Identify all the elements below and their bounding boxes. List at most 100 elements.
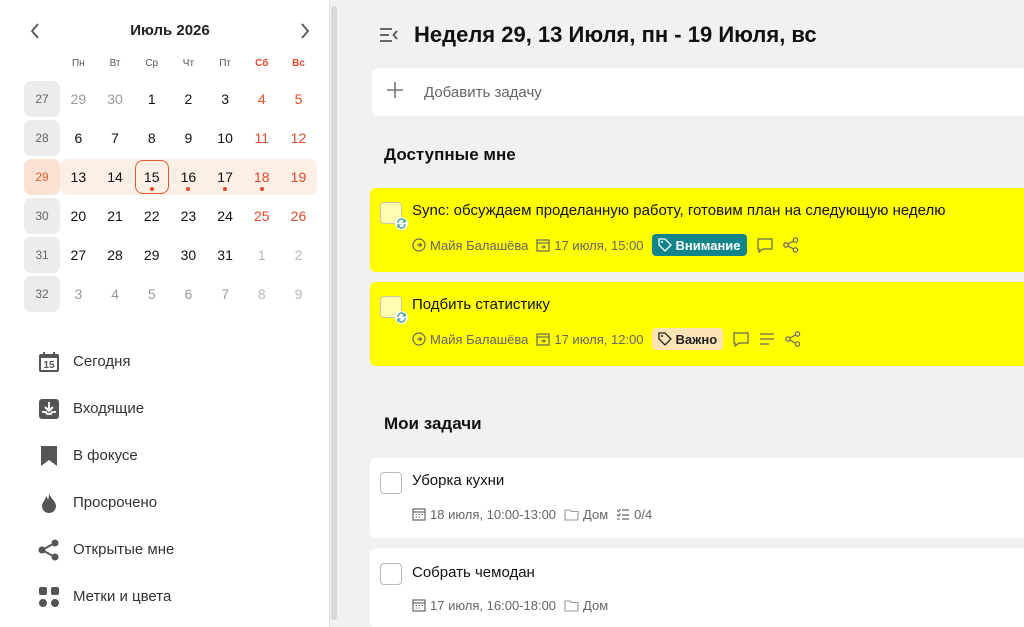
share-button[interactable] [783, 329, 803, 349]
calendar-week-row: 28 6 7 8 9 10 11 12 [24, 120, 317, 156]
weekday-label: Чт [182, 58, 195, 69]
next-month-button[interactable] [290, 16, 320, 46]
weekday-label: Пт [219, 58, 231, 69]
calendar-day[interactable]: 29 [60, 81, 97, 117]
event-dot [186, 187, 191, 191]
project-name: Дом [583, 506, 609, 522]
calendar-day[interactable]: 11 [243, 120, 280, 156]
calendar-icon [412, 599, 426, 612]
calendar-day[interactable]: 7 [207, 276, 244, 312]
week-number[interactable]: 31 [24, 237, 60, 273]
calendar-day[interactable]: 9 [280, 276, 317, 312]
comment-button[interactable] [731, 329, 751, 349]
task-date: 17 июля, 15:00 [536, 238, 644, 253]
calendar-day[interactable]: 2 [170, 81, 207, 117]
assignee-name: Майя Балашёва [430, 331, 529, 347]
repeat-icon [395, 311, 408, 324]
calendar-day[interactable]: 25 [243, 198, 280, 234]
tag-attention[interactable]: Внимание [651, 234, 747, 256]
week-number[interactable]: 30 [24, 198, 60, 234]
task-checkbox[interactable] [380, 296, 408, 324]
calendar-day[interactable]: 31 [207, 237, 244, 273]
sidebar-item-label: Сегодня [73, 353, 131, 370]
calendar-day[interactable]: 20 [60, 198, 97, 234]
week-number[interactable]: 28 [24, 120, 60, 156]
calendar-day[interactable]: 6 [170, 276, 207, 312]
calendar-day[interactable]: 7 [97, 120, 134, 156]
calendar-day[interactable]: 1 [133, 81, 170, 117]
calendar-day[interactable]: 9 [170, 120, 207, 156]
sidebar-item-today[interactable]: 15 Сегодня [36, 338, 316, 385]
weekday-label: Пн [71, 58, 85, 69]
sidebar-item-tags[interactable]: Метки и цвета [36, 573, 316, 620]
calendar-day[interactable]: 8 [243, 276, 280, 312]
repeat-icon [395, 217, 408, 230]
calendar-day[interactable]: 6 [60, 120, 97, 156]
task-card[interactable]: Sync: обсуждаем проделанную работу, гото… [370, 188, 1024, 272]
add-task-button[interactable]: Добавить задачу [372, 68, 1024, 116]
calendar-day[interactable]: 3 [60, 276, 97, 312]
sidebar-item-focus[interactable]: В фокусе [36, 432, 316, 479]
assignee-arrow-icon [412, 332, 426, 346]
calendar-day[interactable]: 23 [170, 198, 207, 234]
calendar-day[interactable]: 5 [133, 276, 170, 312]
day-number: 13 [70, 169, 87, 185]
task-card[interactable]: Подбить статистику Майя Балашёва 17 июля… [370, 282, 1024, 366]
calendar-day[interactable]: 19 [280, 159, 317, 195]
flame-icon [36, 490, 62, 516]
task-card[interactable]: Собрать чемодан 17 июля, 16:00-18:00 Дом [370, 548, 1024, 627]
comment-icon [756, 237, 773, 253]
calendar-day[interactable]: 18 [243, 159, 281, 195]
calendar-day[interactable]: 24 [207, 198, 244, 234]
calendar-day[interactable]: 3 [207, 81, 244, 117]
share-icon [36, 537, 62, 563]
week-number[interactable]: 27 [24, 81, 60, 117]
sidebar-item-overdue[interactable]: Просрочено [36, 479, 316, 526]
share-button[interactable] [781, 235, 801, 255]
calendar-day[interactable]: 5 [280, 81, 317, 117]
calendar-day[interactable]: 4 [243, 81, 280, 117]
description-button[interactable] [757, 329, 777, 349]
calendar-day[interactable]: 27 [60, 237, 97, 273]
comment-button[interactable] [755, 235, 775, 255]
calendar-day[interactable]: 13 [60, 159, 97, 195]
calendar-day[interactable]: 1 [243, 237, 280, 273]
prev-month-button[interactable] [20, 16, 50, 46]
task-checkbox[interactable] [380, 563, 402, 585]
calendar-day[interactable]: 30 [97, 81, 134, 117]
folder-icon [564, 599, 579, 612]
weekday-label: Вт [109, 58, 121, 69]
calendar-day[interactable]: 8 [133, 120, 170, 156]
task-checkbox[interactable] [380, 202, 408, 230]
calendar-day[interactable]: 4 [97, 276, 134, 312]
calendar-day[interactable]: 16 [170, 159, 207, 195]
task-title: Собрать чемодан [412, 564, 535, 581]
calendar-day[interactable]: 29 [133, 237, 170, 273]
sidebar-item-shared[interactable]: Открытые мне [36, 526, 316, 573]
week-number[interactable]: 29 [24, 159, 60, 195]
calendar-day[interactable]: 21 [97, 198, 134, 234]
sidebar-scrollbar[interactable] [331, 6, 337, 620]
calendar-day[interactable]: 14 [96, 159, 134, 195]
calendar-day[interactable]: 30 [170, 237, 207, 273]
week-number[interactable]: 32 [24, 276, 60, 312]
calendar-day[interactable]: 22 [133, 198, 170, 234]
sidebar: Июль 2026 Пн Вт Ср Чт Пт Сб Вс 27 29 30 … [0, 0, 330, 627]
calendar-day[interactable]: 2 [280, 237, 317, 273]
event-dot [149, 187, 154, 191]
calendar-arrow-icon [536, 239, 550, 252]
task-meta: Майя Балашёва 17 июля, 12:00 Важно [412, 328, 809, 350]
calendar-day[interactable]: 10 [207, 120, 244, 156]
task-checkbox[interactable] [380, 472, 402, 494]
calendar-day[interactable]: 26 [280, 198, 317, 234]
sidebar-item-inbox[interactable]: Входящие [36, 385, 316, 432]
main-panel: Неделя 29, 13 Июля, пн - 19 Июля, вс Доб… [344, 0, 1024, 627]
calendar-day[interactable]: 12 [280, 120, 317, 156]
calendar-day[interactable]: 17 [206, 159, 244, 195]
task-card[interactable]: Уборка кухни 18 июля, 10:00-13:00 Дом 0/… [370, 458, 1024, 538]
task-project: Дом [564, 507, 608, 522]
collapse-sidebar-button[interactable] [378, 24, 400, 46]
calendar-day-today[interactable]: 15 [133, 159, 171, 195]
tag-important[interactable]: Важно [651, 328, 724, 350]
calendar-day[interactable]: 28 [97, 237, 134, 273]
